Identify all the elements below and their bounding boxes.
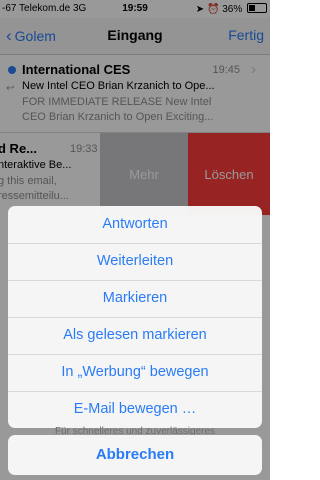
action-sheet: Antworten Weiterleiten Markieren Als gel… [8, 206, 262, 428]
move-message-button[interactable]: E-Mail bewegen … [8, 391, 262, 428]
forward-button[interactable]: Weiterleiten [8, 243, 262, 281]
reply-button[interactable]: Antworten [8, 206, 262, 244]
cancel-sheet: Abbrechen [8, 435, 262, 475]
cancel-button[interactable]: Abbrechen [8, 435, 262, 475]
move-to-werbung-button[interactable]: In „Werbung“ bewegen [8, 354, 262, 392]
mark-as-read-button[interactable]: Als gelesen markieren [8, 317, 262, 355]
flag-button[interactable]: Markieren [8, 280, 262, 318]
